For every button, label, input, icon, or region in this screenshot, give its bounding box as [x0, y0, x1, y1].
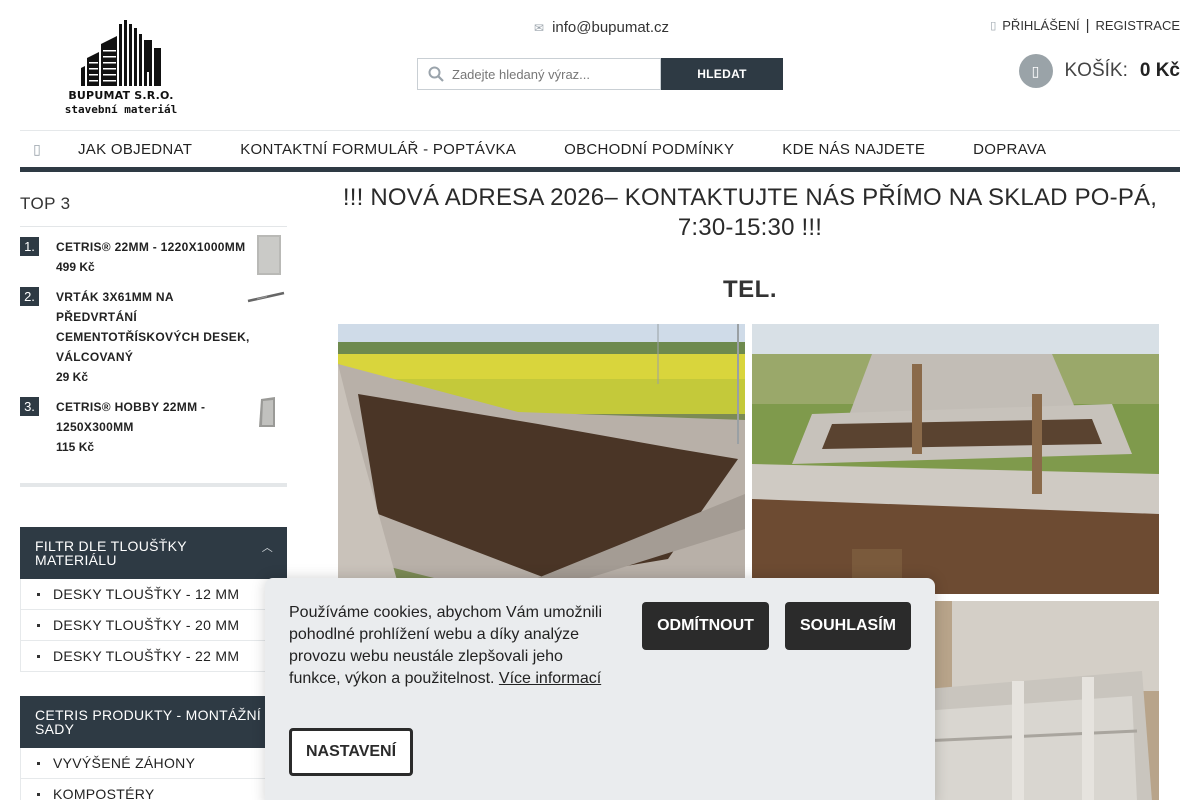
- product-thumbnail[interactable]: [257, 235, 281, 275]
- logo-tagline: stavební materiál: [64, 103, 178, 116]
- envelope-icon: ✉: [534, 20, 545, 35]
- category-item-raised-beds[interactable]: VYVÝŠENÉ ZÁHONY: [20, 748, 287, 779]
- main-navigation: ▯ JAK OBJEDNAT KONTAKTNÍ FORMULÁŘ - POPT…: [20, 130, 1180, 172]
- filter-item-20mm[interactable]: DESKY TLOUŠŤKY - 20 MM: [20, 610, 287, 641]
- filter-item-label: DESKY TLOUŠŤKY - 12 MM: [53, 586, 240, 602]
- rank-badge: 3.: [20, 397, 39, 416]
- cart-icon: ▯: [1018, 54, 1053, 88]
- account-separator: |: [1085, 17, 1090, 34]
- search-button[interactable]: HLEDAT: [661, 58, 783, 90]
- category-item-label: KOMPOSTÉRY: [53, 786, 155, 800]
- top-product-2[interactable]: 2. VRTÁK 3X61MM NA PŘEDVRTÁNÍ CEMENTOTŘÍ…: [20, 277, 287, 387]
- logo-company-name: BUPUMAT S.R.O.: [68, 89, 174, 102]
- assembly-kits-category: CETRIS PRODUKTY - MONTÁŽNÍ SADY VYVÝŠENÉ…: [20, 696, 287, 800]
- thickness-filter: FILTR DLE TLOUŠŤKY MATERIÁLU ︿ DESKY TLO…: [20, 527, 287, 672]
- top-product-1[interactable]: 1. CETRIS® 22MM - 1220X1000MM 499 Kč: [20, 227, 287, 277]
- main-content: !!! NOVÁ ADRESA 2026– KONTAKTUJTE NÁS PŘ…: [334, 183, 1166, 304]
- product-thumbnail[interactable]: [257, 397, 277, 427]
- top-product-3[interactable]: 3. CETRIS® HOBBY 22MM - 1250X300MM 115 K…: [20, 387, 287, 457]
- nav-item-location[interactable]: KDE NÁS NAJDETE: [758, 141, 949, 158]
- cart-amount: 0 Kč: [1139, 60, 1180, 81]
- product-price: 115 Kč: [56, 440, 95, 454]
- category-item-label: VYVÝŠENÉ ZÁHONY: [53, 755, 196, 771]
- search-field[interactable]: [417, 58, 661, 90]
- contact-email[interactable]: ✉ info@bupumat.cz: [534, 19, 669, 36]
- category-item-composters[interactable]: KOMPOSTÉRY: [20, 779, 287, 800]
- rank-badge: 2.: [20, 287, 39, 306]
- search-icon: [428, 66, 444, 82]
- product-name[interactable]: CETRIS® HOBBY 22MM - 1250X300MM: [56, 397, 252, 437]
- bullet-icon: [37, 654, 40, 658]
- cart[interactable]: ▯ KOŠÍK: 0 Kč: [1018, 54, 1180, 88]
- cookie-settings-button[interactable]: NASTAVENÍ: [289, 728, 413, 776]
- bullet-icon: [37, 592, 40, 596]
- home-icon[interactable]: ▯: [20, 141, 54, 158]
- product-name[interactable]: CETRIS® 22MM - 1220X1000MM: [56, 237, 252, 257]
- user-icon: ▯: [990, 20, 997, 32]
- filter-item-12mm[interactable]: DESKY TLOUŠŤKY - 12 MM: [20, 579, 287, 610]
- filter-item-label: DESKY TLOUŠŤKY - 20 MM: [53, 617, 240, 633]
- filter-header[interactable]: FILTR DLE TLOUŠŤKY MATERIÁLU ︿: [20, 527, 287, 579]
- top3-title: TOP 3: [20, 186, 287, 227]
- filter-title: FILTR DLE TLOUŠŤKY MATERIÁLU: [35, 538, 187, 568]
- cookie-banner: Používáme cookies, abychom Vám umožnili …: [265, 578, 935, 800]
- email-text: info@bupumat.cz: [552, 19, 670, 36]
- bullet-icon: [37, 623, 40, 627]
- category-header[interactable]: CETRIS PRODUKTY - MONTÁŽNÍ SADY: [20, 696, 287, 748]
- logo-building-icon: [81, 20, 161, 86]
- cart-label: KOŠÍK:: [1064, 60, 1128, 81]
- logo[interactable]: BUPUMAT S.R.O. stavební materiál: [60, 20, 182, 128]
- raised-bed-photo-1[interactable]: [338, 324, 745, 594]
- nav-item-terms[interactable]: OBCHODNÍ PODMÍNKY: [540, 141, 758, 158]
- product-thumbnail[interactable]: [247, 291, 285, 303]
- filter-item-label: DESKY TLOUŠŤKY - 22 MM: [53, 648, 240, 664]
- rank-badge: 1.: [20, 237, 39, 256]
- sidebar: TOP 3 1. CETRIS® 22MM - 1220X1000MM 499 …: [20, 186, 287, 800]
- decline-cookies-button[interactable]: ODMÍTNOUT: [642, 602, 769, 650]
- product-price: 29 Kč: [56, 370, 89, 384]
- account-links: ▯ PŘIHLÁŠENÍ | REGISTRACE: [990, 17, 1180, 34]
- header: BUPUMAT S.R.O. stavební materiál ✉ info@…: [0, 0, 1200, 130]
- nav-item-shipping[interactable]: DOPRAVA: [949, 141, 1070, 158]
- nav-item-how-to-order[interactable]: JAK OBJEDNAT: [54, 141, 216, 158]
- cookie-message: Používáme cookies, abychom Vám umožnili …: [289, 602, 614, 690]
- raised-bed-photo-2[interactable]: [752, 324, 1159, 594]
- nav-item-contact-form[interactable]: KONTAKTNÍ FORMULÁŘ - POPTÁVKA: [216, 141, 540, 158]
- product-name[interactable]: VRTÁK 3X61MM NA PŘEDVRTÁNÍ CEMENTOTŘÍSKO…: [56, 287, 252, 367]
- phone-label: TEL.: [723, 276, 777, 303]
- search-bar: HLEDAT: [417, 58, 783, 90]
- category-title: CETRIS PRODUKTY - MONTÁŽNÍ SADY: [35, 707, 262, 737]
- accept-cookies-button[interactable]: SOUHLASÍM: [785, 602, 911, 650]
- sidebar-divider: [20, 483, 287, 487]
- register-link[interactable]: REGISTRACE: [1095, 18, 1180, 33]
- bullet-icon: [37, 761, 40, 765]
- search-input[interactable]: [452, 66, 652, 82]
- announcement-headline: !!! NOVÁ ADRESA 2026– KONTAKTUJTE NÁS PŘ…: [342, 184, 1158, 241]
- filter-item-22mm[interactable]: DESKY TLOUŠŤKY - 22 MM: [20, 641, 287, 672]
- chevron-up-icon[interactable]: ︿: [262, 541, 273, 555]
- bullet-icon: [37, 792, 40, 796]
- more-info-link[interactable]: Více informací: [499, 670, 601, 687]
- login-link[interactable]: PŘIHLÁŠENÍ: [1002, 18, 1079, 33]
- product-price: 499 Kč: [56, 260, 95, 274]
